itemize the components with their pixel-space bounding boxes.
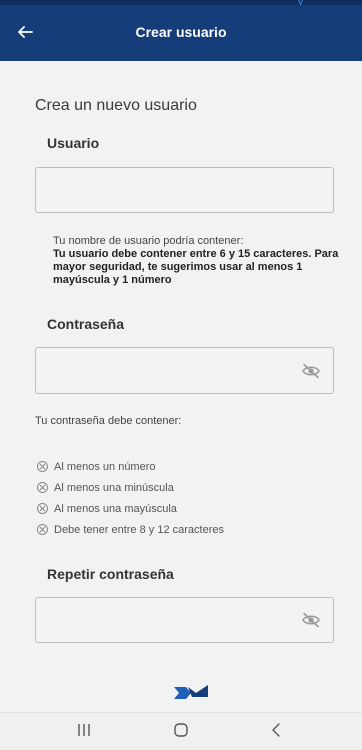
home-icon[interactable] [173,722,189,738]
requirement-item: Debe tener entre 8 y 12 caracteres [35,519,224,540]
system-navigation-bar [0,712,362,750]
back-icon[interactable] [270,722,282,738]
password-label: Contraseña [47,316,125,332]
page-title: Crear usuario [135,24,227,40]
recents-icon[interactable] [77,722,91,738]
username-field[interactable] [35,167,334,213]
eye-slash-icon[interactable] [301,612,321,628]
requirement-item: Al menos una minúscula [35,477,224,498]
app-header: Crear usuario [0,5,362,61]
x-circle-icon [37,503,48,514]
loading-spinner-icon [174,685,208,699]
x-circle-icon [37,524,48,535]
username-hint: Tu nombre de usuario podría contener: Tu… [53,235,343,287]
repeat-password-input[interactable] [36,598,333,642]
requirement-label: Al menos una minúscula [54,481,174,494]
requirement-label: Al menos un número [54,460,156,473]
form-heading: Crea un nuevo usuario [35,97,197,114]
password-field[interactable] [35,347,334,394]
password-requirements-list: Al menos un número Al menos una minúscul… [35,456,224,540]
username-hint-title: Tu nombre de usuario podría contener: [53,235,244,247]
username-hint-body: Tu usuario debe contener entre 6 y 15 ca… [53,248,339,286]
x-circle-icon [37,482,48,493]
requirement-item: Al menos un número [35,456,224,477]
username-input[interactable] [36,168,333,212]
requirement-item: Al menos una mayúscula [35,498,224,519]
repeat-password-label: Repetir contraseña [47,566,174,582]
password-requirements-intro: Tu contraseña debe contener: [35,415,182,427]
x-circle-icon [37,461,48,472]
requirement-label: Al menos una mayúscula [54,502,177,515]
eye-slash-icon[interactable] [301,363,321,379]
repeat-password-field[interactable] [35,597,334,643]
requirement-label: Debe tener entre 8 y 12 caracteres [54,523,224,536]
password-input[interactable] [36,348,333,393]
username-label: Usuario [47,135,100,151]
